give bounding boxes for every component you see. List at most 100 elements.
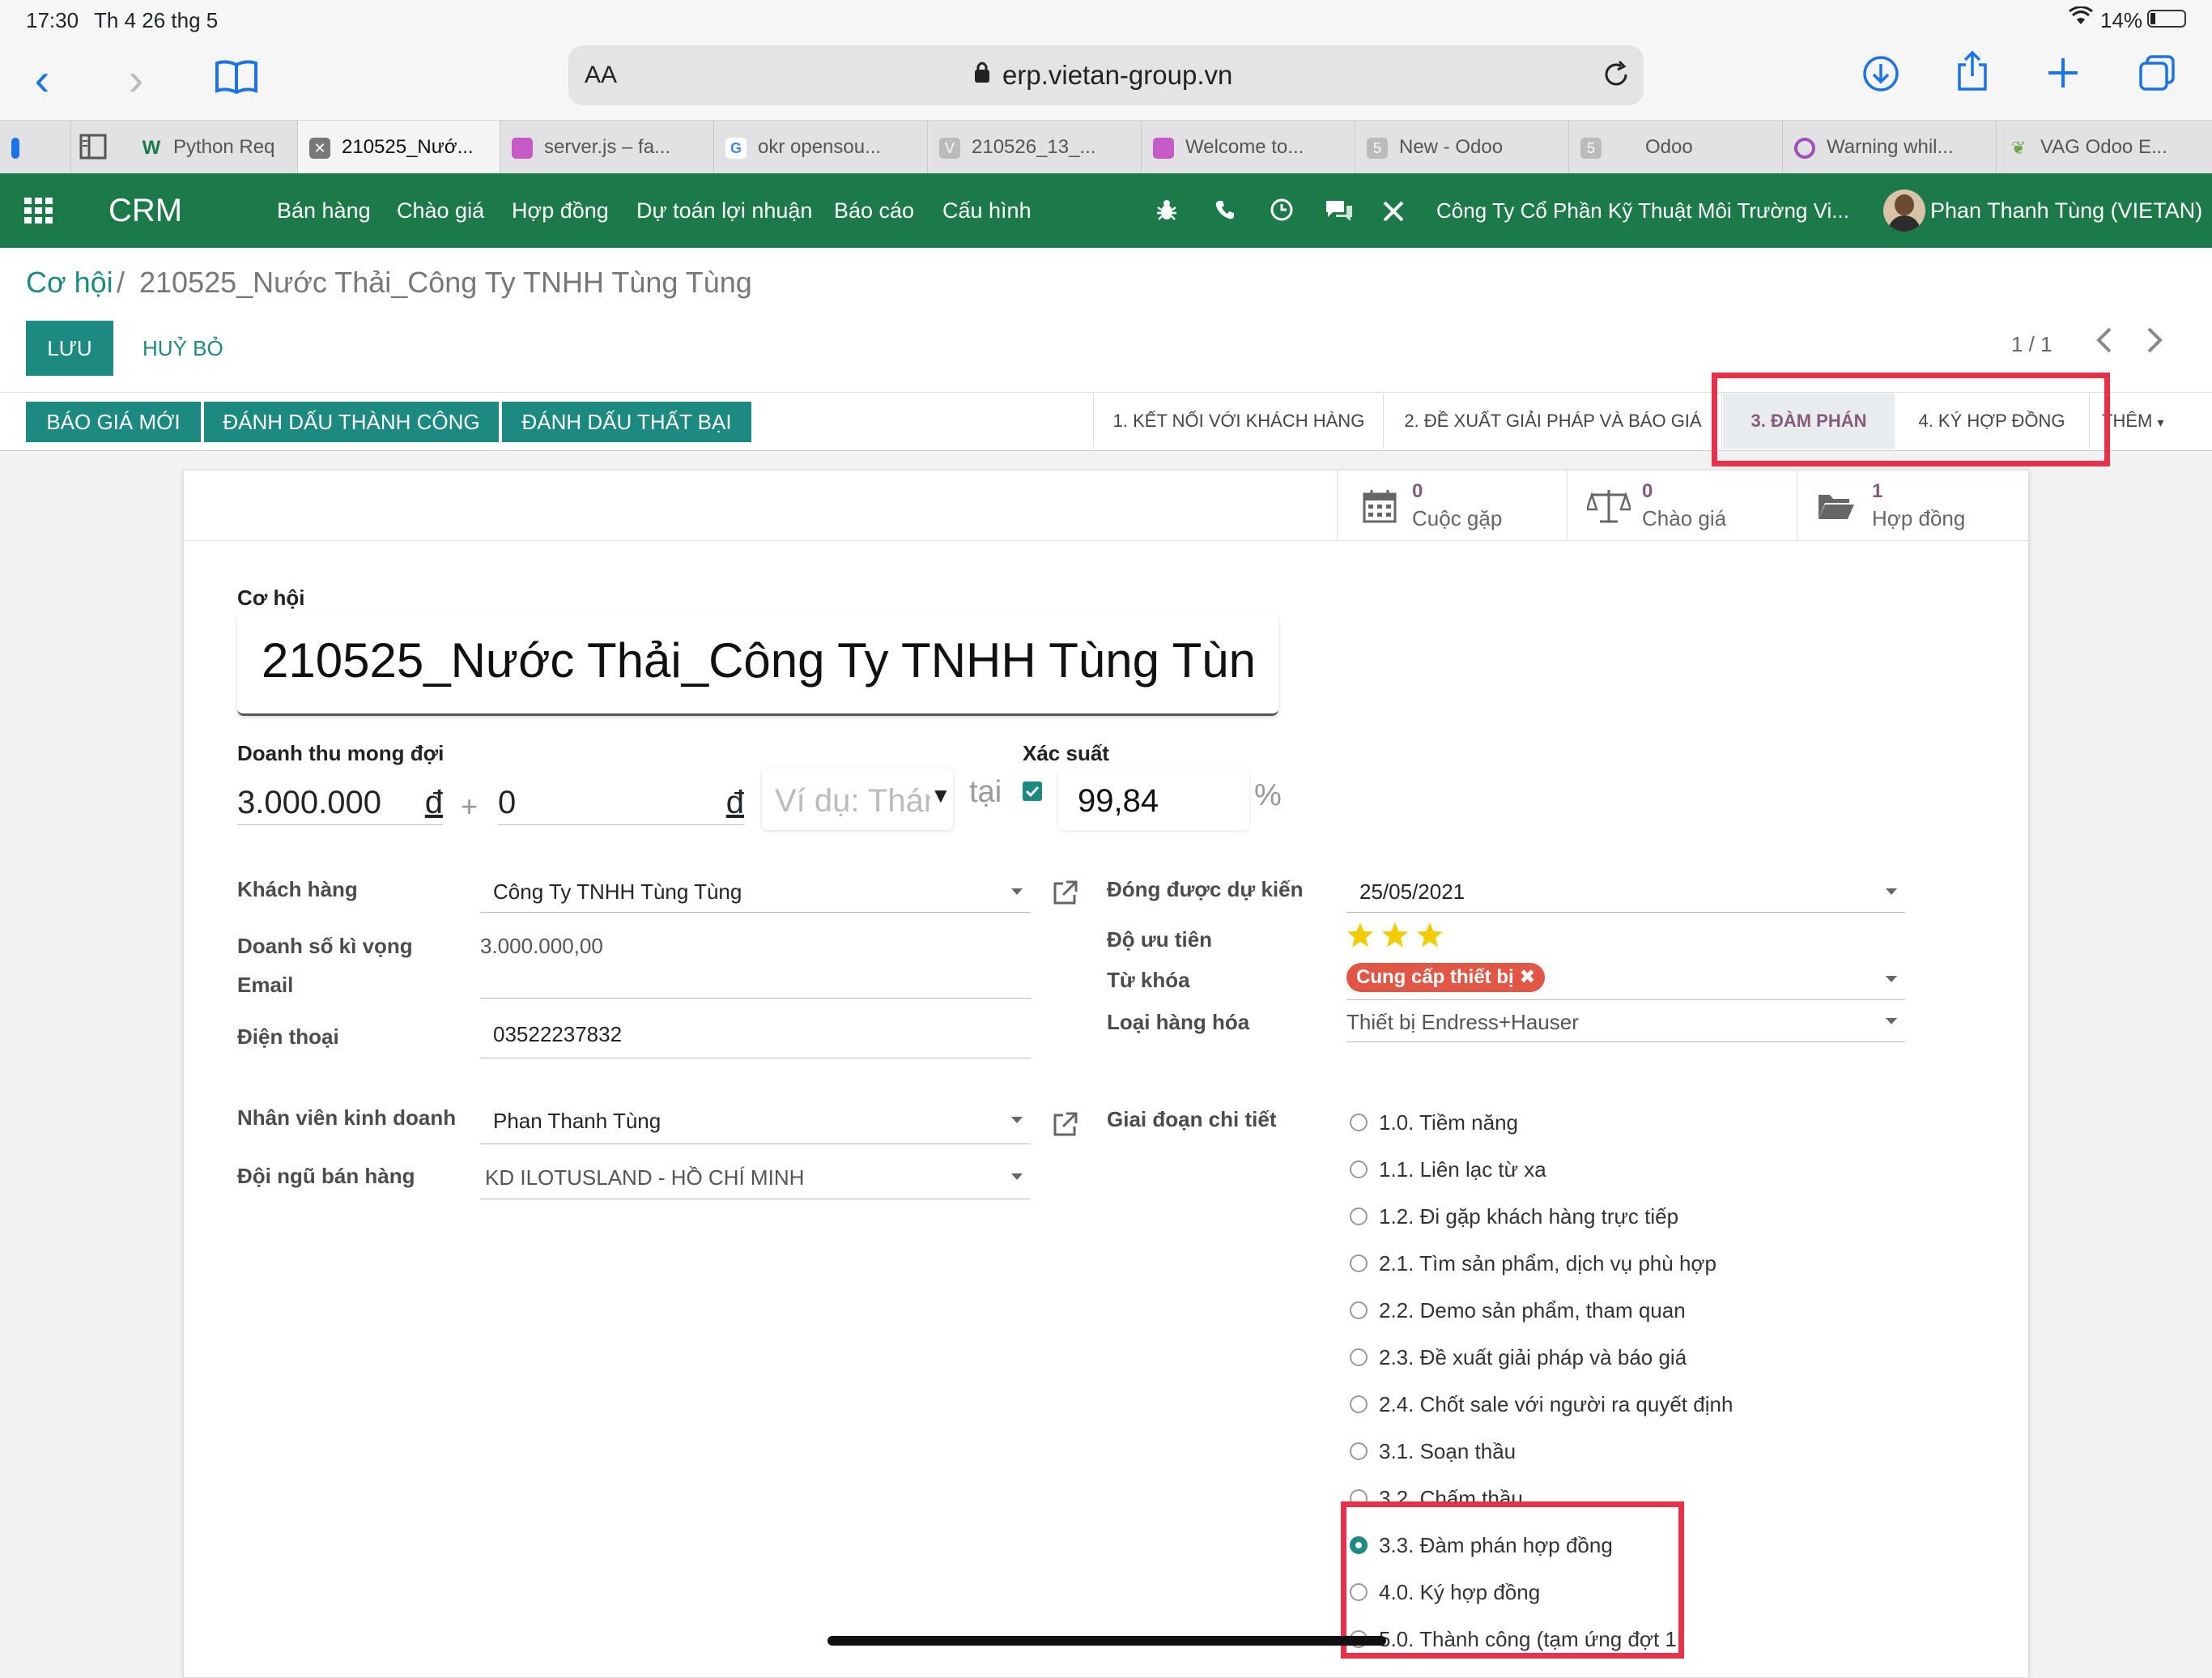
user-menu[interactable]: Phan Thanh Tùng (VIETAN) <box>1930 173 2202 248</box>
probability-checkbox[interactable] <box>1023 782 1042 801</box>
recurring-plan-select[interactable]: Ví dụ: Thár ▼ <box>762 769 953 830</box>
stage-proposal[interactable]: 2. ĐỀ XUẤT GIẢI PHÁP VÀ BÁO GIÁ <box>1385 394 1722 449</box>
phone-icon[interactable] <box>1214 199 1236 224</box>
tab-2[interactable]: server.js – fa... <box>500 121 714 174</box>
breadcrumb-separator: / <box>117 266 125 299</box>
external-link-icon[interactable] <box>1052 1110 1079 1142</box>
stage-detail-radio[interactable] <box>1350 1207 1368 1225</box>
pager-previous-icon[interactable] <box>2094 326 2115 359</box>
app-name[interactable]: CRM <box>108 173 182 248</box>
menu-configuration[interactable]: Cấu hình <box>942 173 1032 248</box>
stage-more[interactable]: THÊM ▾ <box>2102 394 2191 449</box>
percent-sign: % <box>1254 778 1282 812</box>
sidebar-icon[interactable] <box>79 134 107 164</box>
discard-button[interactable]: HUỶ BỎ <box>143 321 223 376</box>
tab-label: Python Req <box>173 136 275 158</box>
forward-icon[interactable]: › <box>112 39 160 120</box>
close-tab-icon[interactable]: ✕ <box>309 137 330 159</box>
smart-button-contracts[interactable]: 1 Hợp đồng <box>1797 471 2028 540</box>
opportunity-name-input[interactable]: 210525_Nước Thải_Công Ty TNHH Tùng Tùn <box>237 615 1278 716</box>
reload-icon[interactable] <box>1602 60 1631 93</box>
browser-toolbar: ‹ › AA erp.vietan-group.vn <box>0 39 2212 120</box>
sales-team-select[interactable]: KD ILOTUSLAND - HỒ CHÍ MINH <box>480 1156 1031 1199</box>
smart-button-quotations[interactable]: 0 Chào giá <box>1567 471 1797 540</box>
stage-detail-option-label: 1.1. Liên lạc từ xa <box>1379 1157 1546 1182</box>
avatar[interactable] <box>1883 190 1925 232</box>
browser-tab-bar: W Python Req ✕ 210525_Nướ... server.js – f… <box>0 120 2212 174</box>
menu-contracts[interactable]: Hợp đồng <box>512 173 609 248</box>
tab-7[interactable]: 5 Odoo <box>1569 121 1783 174</box>
probability-value: 99,84 <box>1078 783 1159 819</box>
tab-6[interactable]: 5 New - Odoo <box>1355 121 1569 174</box>
stage-detail-radio[interactable] <box>1350 1348 1368 1366</box>
stage-detail-radio[interactable] <box>1350 1114 1368 1131</box>
tab-label: Welcome to... <box>1185 136 1304 158</box>
phone-label: Điện thoại <box>237 1024 339 1049</box>
customer-select[interactable]: Công Ty TNHH Tùng Tùng <box>480 871 1031 913</box>
caret-down-icon <box>1886 888 1897 895</box>
remove-tag-icon[interactable]: ✖ <box>1519 966 1535 988</box>
breadcrumb-parent[interactable]: Cơ hội <box>26 266 113 300</box>
back-icon[interactable]: ‹ <box>18 39 66 120</box>
bookmarks-icon[interactable] <box>214 58 259 100</box>
external-link-icon[interactable] <box>1052 879 1079 910</box>
stage-detail-radio[interactable] <box>1350 1395 1368 1413</box>
reader-text-size[interactable]: AA <box>585 62 617 89</box>
share-icon[interactable] <box>1955 50 1990 96</box>
apps-grid-icon[interactable] <box>24 198 53 228</box>
caret-down-icon <box>1886 976 1897 982</box>
tab-9[interactable]: ❦ VAG Odoo E... <box>1997 121 2212 174</box>
save-button[interactable]: LƯU <box>26 321 113 376</box>
salesperson-select[interactable]: Phan Thanh Tùng <box>480 1097 1031 1144</box>
tools-icon[interactable] <box>1381 199 1406 228</box>
email-label: Email <box>237 973 294 997</box>
menu-reports[interactable]: Báo cáo <box>834 173 914 248</box>
phone-input[interactable]: 03522237832 <box>480 1010 1031 1058</box>
five-icon: 5 <box>1580 137 1602 159</box>
tab-4[interactable]: V 210526_13_... <box>928 121 1142 174</box>
probability-input[interactable]: 99,84 <box>1058 769 1249 830</box>
tab-1-active[interactable]: ✕ 210525_Nướ... <box>298 121 500 174</box>
caret-down-icon: ▾ <box>2157 416 2164 430</box>
highlight-stage-box <box>1712 373 2110 466</box>
goods-type-select[interactable]: Thiết bị Endress+Hauser <box>1346 1002 1905 1042</box>
tab-label: Warning whil... <box>1827 136 1954 158</box>
menu-sales[interactable]: Bán hàng <box>277 173 371 248</box>
new-quotation-button[interactable]: BÁO GIÁ MỚI <box>26 402 201 442</box>
tab-0[interactable]: W Python Req <box>130 121 298 174</box>
smart-button-meetings[interactable]: 0 Cuộc gặp <box>1337 471 1567 540</box>
caret-down-icon <box>1011 888 1023 895</box>
stage-detail-radio[interactable] <box>1350 1161 1368 1178</box>
tab-3[interactable]: Gokr opensou... <box>714 121 928 174</box>
chat-icon[interactable] <box>1325 199 1354 226</box>
tab-8[interactable]: Warning whil... <box>1783 121 1997 174</box>
mark-lost-button[interactable]: ĐÁNH DẤU THẤT BẠI <box>502 402 751 442</box>
expected-revenue-input[interactable]: 3.000.000 đ <box>237 785 443 825</box>
tabs-overview-icon[interactable] <box>2138 53 2176 96</box>
lock-icon <box>973 60 991 91</box>
menu-quotations[interactable]: Chào giá <box>397 173 484 248</box>
clock-icon[interactable] <box>1270 198 1294 226</box>
company-switcher[interactable]: Công Ty Cổ Phần Kỹ Thuật Môi Trường Vi..… <box>1436 173 1849 248</box>
tab-5[interactable]: Welcome to... <box>1142 121 1355 174</box>
site-icon <box>512 137 533 159</box>
smart-label: Hợp đồng <box>1872 506 1966 530</box>
stage-connect[interactable]: 1. KẾT NỐI VỚI KHÁCH HÀNG <box>1095 394 1384 449</box>
tab-sidebar[interactable] <box>0 121 71 174</box>
expected-closing-date-input[interactable]: 25/05/2021 <box>1346 871 1905 913</box>
tags-input[interactable]: Cung cấp thiết bị ✖ <box>1346 960 1905 1000</box>
priority-stars[interactable] <box>1346 921 1452 957</box>
stage-detail-radio[interactable] <box>1350 1442 1368 1460</box>
stage-detail-radio[interactable] <box>1350 1301 1368 1319</box>
download-icon[interactable] <box>1862 55 1899 96</box>
pager-next-icon[interactable] <box>2144 326 2165 359</box>
mark-won-button[interactable]: ĐÁNH DẤU THÀNH CÔNG <box>204 402 499 442</box>
caret-down-icon <box>1011 1117 1023 1123</box>
new-tab-icon[interactable] <box>2045 55 2081 95</box>
stage-detail-radio[interactable] <box>1350 1254 1368 1272</box>
email-input[interactable] <box>480 956 1031 999</box>
extra-revenue-input[interactable]: 0 đ <box>498 785 744 825</box>
address-bar[interactable]: AA erp.vietan-group.vn <box>568 45 1644 105</box>
menu-profit-estimate[interactable]: Dự toán lợi nhuận <box>636 173 812 248</box>
bug-icon[interactable] <box>1156 199 1177 226</box>
